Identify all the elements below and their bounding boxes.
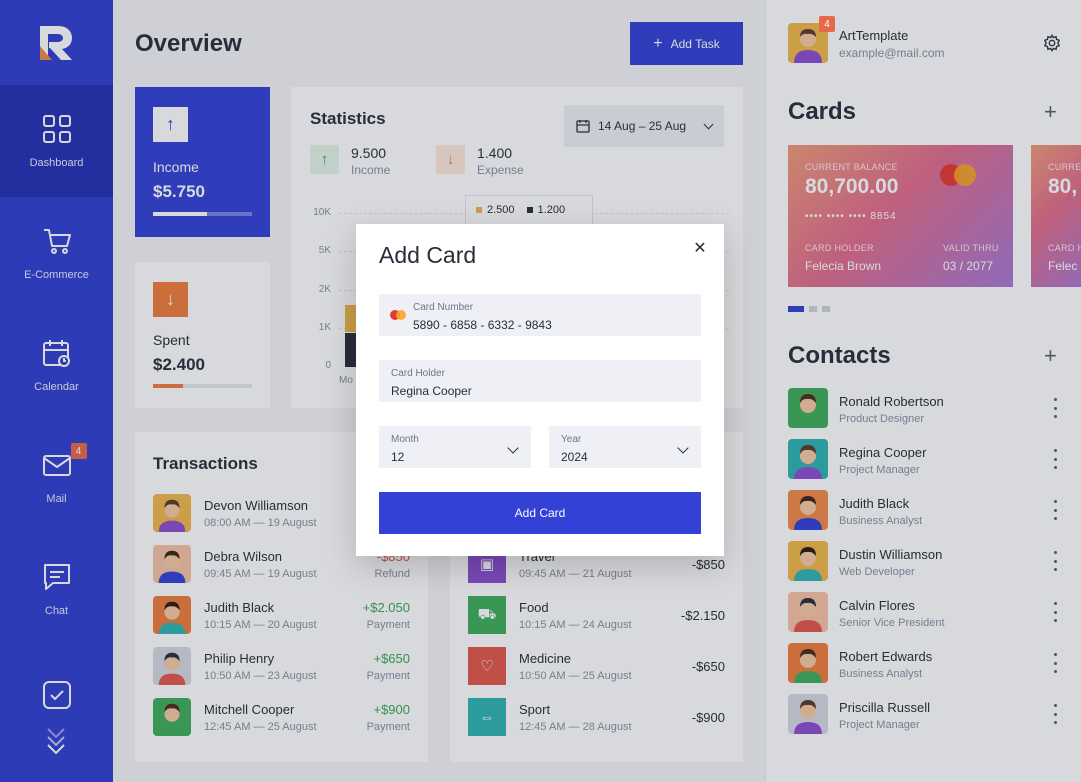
add-card-modal: Add Card ✕ Card Number 5890 - 6858 - 633… — [356, 224, 724, 556]
chevron-down-icon — [677, 442, 689, 454]
card-holder-label: Card Holder — [391, 368, 445, 379]
close-icon[interactable]: ✕ — [692, 240, 708, 257]
add-card-button[interactable]: Add Card — [379, 492, 701, 534]
year-label: Year — [561, 434, 582, 445]
card-number-value: 5890 - 6858 - 6332 - 9843 — [413, 318, 552, 332]
year-value: 2024 — [561, 450, 588, 464]
month-value: 12 — [391, 450, 405, 464]
modal-title: Add Card — [379, 242, 477, 268]
chevron-down-icon — [507, 442, 519, 454]
card-number-field[interactable]: Card Number 5890 - 6858 - 6332 - 9843 — [379, 294, 701, 336]
notification-badge: 4 — [819, 16, 835, 32]
year-select[interactable]: Year 2024 — [549, 426, 701, 468]
mastercard-icon — [389, 308, 407, 326]
month-label: Month — [391, 434, 419, 445]
card-holder-value: Regina Cooper — [391, 384, 472, 398]
card-holder-field[interactable]: Card Holder Regina Cooper — [379, 360, 701, 402]
month-select[interactable]: Month 12 — [379, 426, 531, 468]
card-number-label: Card Number — [413, 302, 474, 313]
